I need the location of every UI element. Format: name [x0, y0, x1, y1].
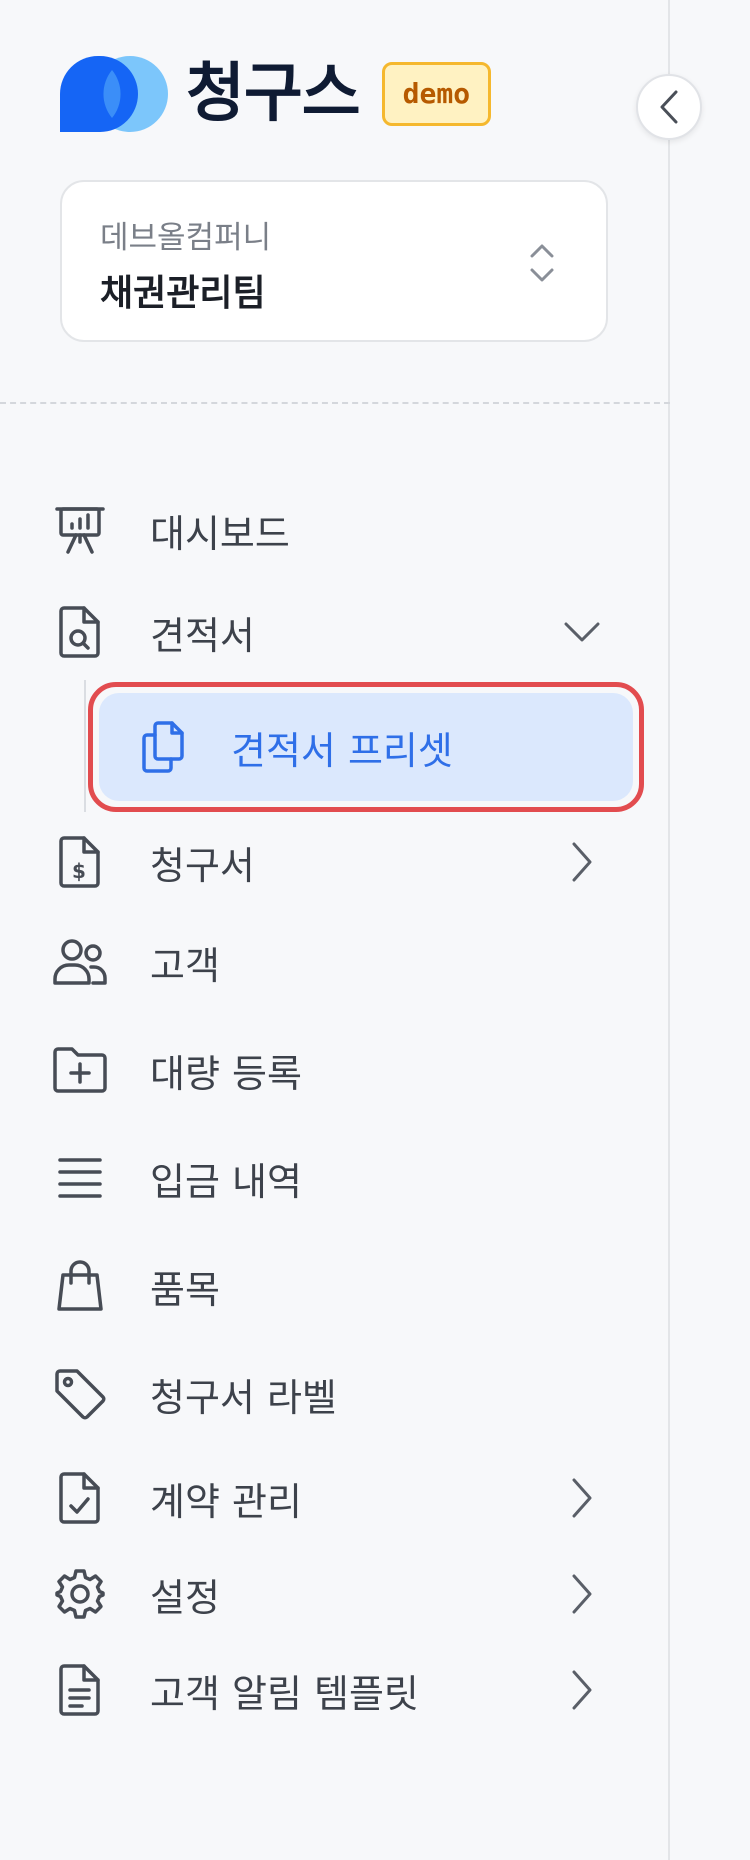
users-icon	[52, 934, 108, 990]
nav-label-customers: 고객	[150, 943, 220, 988]
gear-icon	[52, 1566, 108, 1622]
document-dollar-icon: $	[52, 834, 108, 890]
list-lines-icon	[52, 1150, 108, 1206]
nav-label-invoice-labels: 청구서 라벨	[150, 1375, 337, 1420]
chevron-down-icon	[562, 612, 602, 652]
chevron-up-down-icon	[528, 240, 556, 286]
nav-item-customers[interactable]: 고객	[52, 922, 612, 1002]
nav-item-items[interactable]: 품목	[52, 1246, 612, 1326]
submenu-guide-line	[84, 680, 86, 812]
active-item-background: 견적서 프리셋	[99, 693, 633, 801]
org-company-name: 데브올컴퍼니	[100, 220, 272, 256]
svg-text:$: $	[72, 859, 86, 883]
nav-label-settings: 설정	[150, 1575, 220, 1620]
nav-label-notification-templates: 고객 알림 템플릿	[150, 1671, 419, 1716]
nav-label-bulk-register: 대량 등록	[150, 1051, 302, 1096]
nav-item-deposits[interactable]: 입금 내역	[52, 1138, 612, 1218]
shopping-bag-icon	[52, 1258, 108, 1314]
nav-label-invoices: 청구서	[150, 843, 255, 888]
brand-name: 청구스	[186, 57, 361, 131]
sidebar-collapse-button[interactable]	[636, 74, 702, 140]
document-text-icon	[52, 1662, 108, 1718]
nav-item-invoices[interactable]: $ 청구서	[52, 822, 612, 902]
nav-label-dashboard: 대시보드	[150, 511, 290, 556]
nav-item-notification-templates[interactable]: 고객 알림 템플릿	[52, 1650, 612, 1730]
nav-label-contracts: 계약 관리	[150, 1479, 302, 1524]
nav-item-bulk-register[interactable]: 대량 등록	[52, 1030, 612, 1110]
sidebar: 청구스 demo 데브올컴퍼니 채권관리팀 대시보드 견적서 견적서 프리셋 $…	[0, 0, 670, 1860]
chevron-left-icon	[654, 90, 684, 124]
nav-label-quotes: 견적서	[150, 613, 255, 658]
folder-plus-icon	[52, 1042, 108, 1098]
nav-item-contracts[interactable]: 계약 관리	[52, 1458, 612, 1538]
nav-label-quote-presets: 견적서 프리셋	[231, 728, 453, 773]
chevron-right-icon	[562, 1478, 602, 1518]
brand-header[interactable]: 청구스 demo	[60, 56, 492, 132]
nav-item-dashboard[interactable]: 대시보드	[52, 490, 612, 570]
chevron-right-icon	[562, 1574, 602, 1614]
org-selector[interactable]: 데브올컴퍼니 채권관리팀	[60, 180, 608, 342]
chevron-right-icon	[562, 842, 602, 882]
chevron-right-icon	[562, 1670, 602, 1710]
document-check-icon	[52, 1470, 108, 1526]
section-divider	[0, 402, 670, 404]
copy-documents-icon	[135, 719, 191, 775]
nav-item-quotes[interactable]: 견적서	[52, 592, 612, 672]
nav-label-deposits: 입금 내역	[150, 1159, 302, 1204]
brand-logo-icon	[60, 56, 168, 132]
tag-icon	[52, 1366, 108, 1422]
content-area-edge	[670, 0, 750, 1860]
presentation-chart-icon	[52, 502, 108, 558]
nav-item-invoice-labels[interactable]: 청구서 라벨	[52, 1354, 612, 1434]
nav-item-settings[interactable]: 설정	[52, 1554, 612, 1634]
document-search-icon	[52, 604, 108, 660]
org-team-name: 채권관리팀	[100, 273, 266, 314]
demo-badge: demo	[381, 62, 492, 126]
nav-label-items: 품목	[150, 1267, 220, 1312]
nav-subitem-quote-presets[interactable]: 견적서 프리셋	[88, 682, 644, 812]
